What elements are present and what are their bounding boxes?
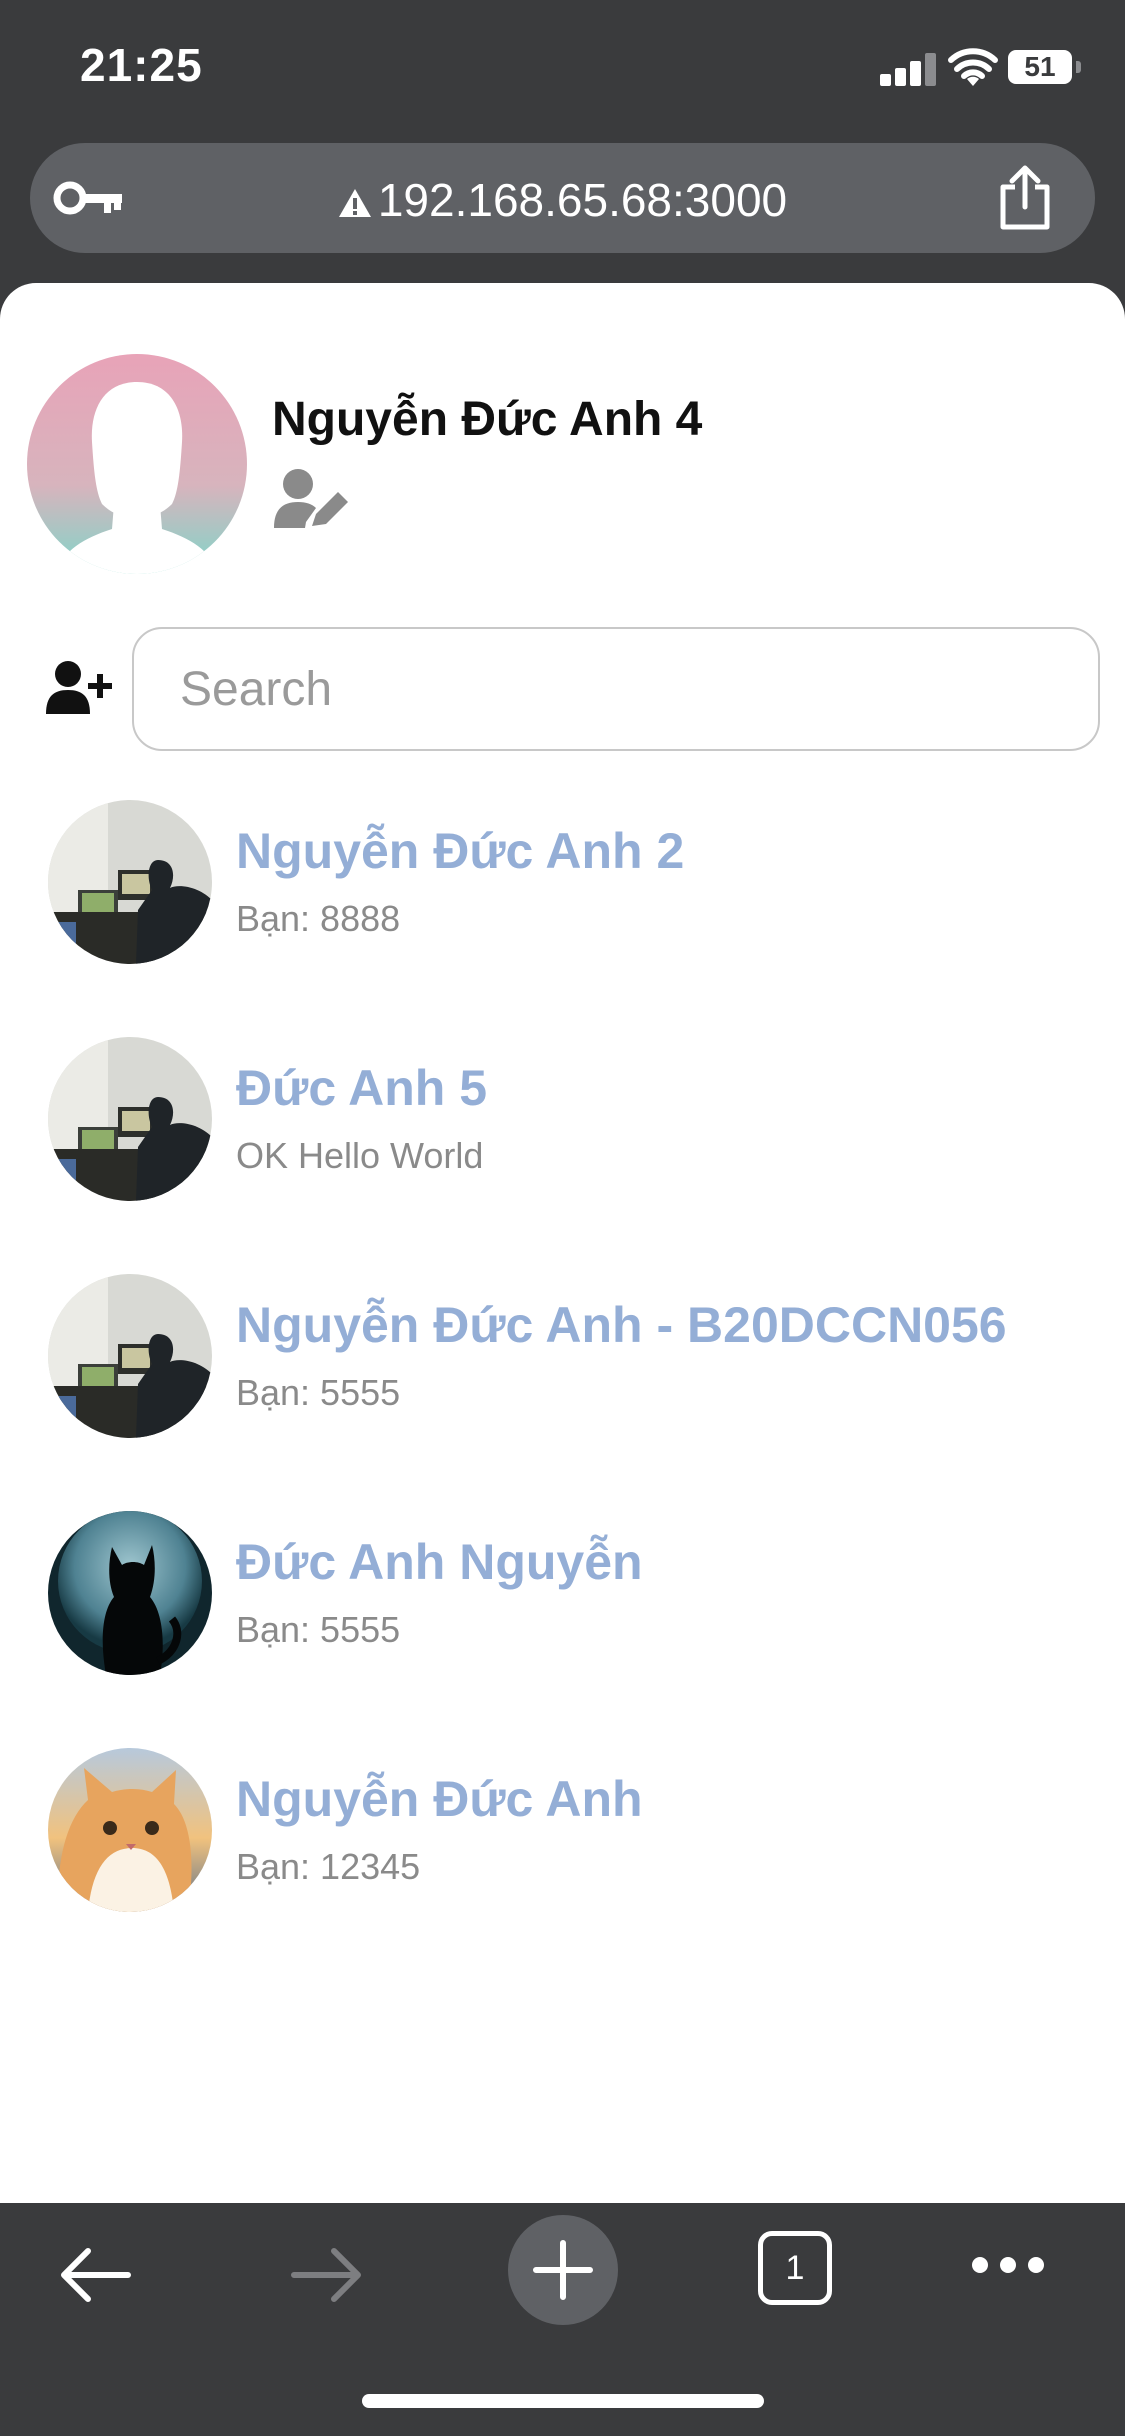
more-options-icon[interactable]	[970, 2253, 1046, 2277]
status-time: 21:25	[80, 39, 203, 91]
friend-item[interactable]: Đức Anh Nguyễn Bạn: 5555	[0, 1511, 1125, 1748]
friend-list: Nguyễn Đức Anh 2 Bạn: 8888 Đức Anh 5 OK …	[0, 800, 1125, 1985]
add-friend-icon[interactable]	[46, 660, 112, 716]
last-message: Bạn: 8888	[236, 898, 401, 939]
last-message: Bạn: 5555	[236, 1609, 401, 1650]
address-bar[interactable]: 192.168.65.68:3000	[30, 143, 1095, 253]
friend-name: Đức Anh Nguyễn	[236, 1534, 643, 1590]
friend-item[interactable]: Nguyễn Đức Anh - B20DCCN056 Bạn: 5555	[0, 1274, 1125, 1511]
friend-name: Nguyễn Đức Anh - B20DCCN056	[236, 1297, 1007, 1353]
profile-avatar[interactable]	[24, 354, 250, 574]
friend-item[interactable]: Đức Anh 5 OK Hello World	[0, 1037, 1125, 1274]
back-arrow-icon[interactable]	[58, 2245, 132, 2305]
friend-name: Nguyễn Đức Anh	[236, 1771, 643, 1827]
friend-avatar	[48, 800, 212, 964]
warning-icon	[338, 189, 371, 217]
edit-profile-icon[interactable]	[272, 468, 350, 530]
plus-icon	[533, 2240, 593, 2300]
last-message: OK Hello World	[236, 1135, 484, 1176]
wifi-icon	[948, 48, 998, 86]
battery-tip	[1076, 61, 1081, 73]
friend-avatar	[48, 1511, 212, 1675]
home-indicator	[362, 2394, 764, 2408]
battery-indicator: 51	[1008, 50, 1072, 84]
search-input[interactable]	[132, 627, 1100, 751]
tabs-button[interactable]: 1	[758, 2231, 832, 2305]
friend-name: Đức Anh 5	[236, 1060, 488, 1116]
friend-name: Nguyễn Đức Anh 2	[236, 823, 685, 879]
last-message: Bạn: 12345	[236, 1846, 421, 1887]
cellular-signal-icon	[880, 52, 936, 86]
friend-avatar	[48, 1037, 212, 1201]
friend-avatar	[48, 1748, 212, 1912]
friend-item[interactable]: Nguyễn Đức Anh Bạn: 12345	[0, 1748, 1125, 1985]
status-bar: 21:25 51	[0, 0, 1125, 140]
forward-arrow-icon[interactable]	[290, 2245, 364, 2305]
profile-name: Nguyễn Đức Anh 4	[272, 393, 703, 446]
share-icon[interactable]	[995, 165, 1055, 231]
last-message: Bạn: 5555	[236, 1372, 401, 1413]
new-tab-button[interactable]	[508, 2215, 618, 2325]
friend-avatar	[48, 1274, 212, 1438]
friend-item[interactable]: Nguyễn Đức Anh 2 Bạn: 8888	[0, 800, 1125, 1037]
url-display[interactable]: 192.168.65.68:3000	[30, 173, 1095, 227]
url-text: 192.168.65.68:3000	[377, 174, 788, 226]
